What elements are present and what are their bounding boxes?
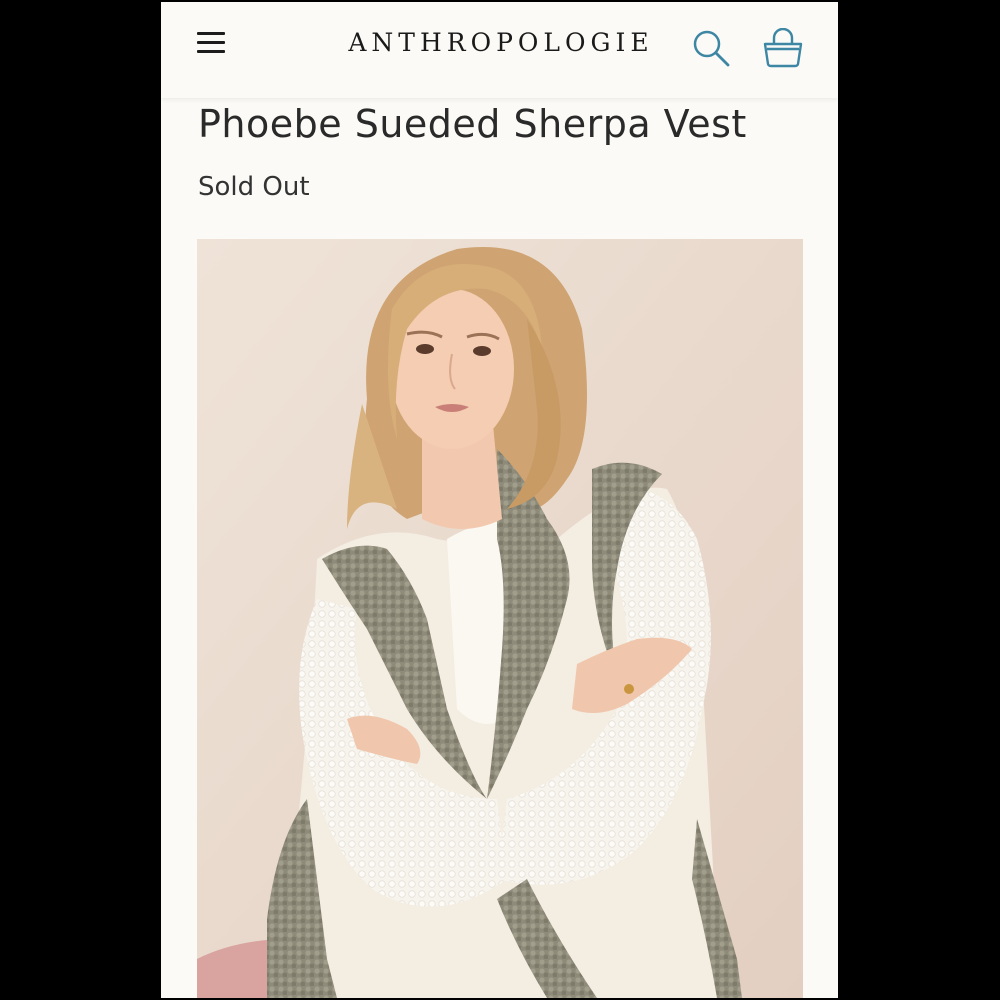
search-icon (693, 30, 730, 67)
search-button[interactable] (691, 28, 731, 68)
product-image[interactable] (197, 239, 803, 998)
menu-button[interactable] (195, 30, 227, 58)
brand-logo[interactable]: ANTHROPOLOGIE (301, 28, 701, 57)
phone-screen: ANTHROPOLOGIE Phoebe Sueded Sherpa Vest … (161, 2, 838, 998)
menu-bar (197, 32, 225, 35)
menu-bar (197, 41, 225, 44)
availability-status: Sold Out (198, 172, 310, 202)
product-title: Phoebe Sueded Sherpa Vest (198, 102, 747, 146)
product-photo-illustration (197, 239, 803, 998)
shopping-bag-icon (763, 27, 803, 68)
menu-bar (197, 50, 225, 53)
site-header: ANTHROPOLOGIE (161, 2, 838, 98)
cart-button[interactable] (761, 27, 805, 70)
